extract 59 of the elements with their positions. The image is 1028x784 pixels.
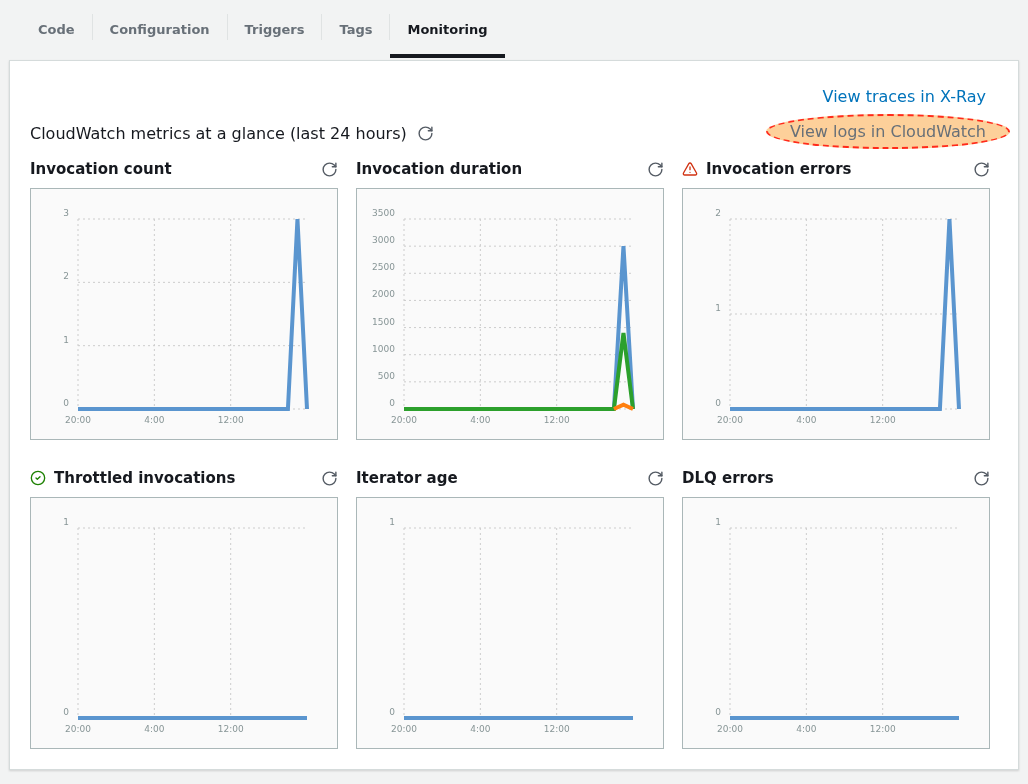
axis-tick-label: 20:00 (717, 415, 743, 425)
axis-tick-label: 2500 (372, 262, 395, 273)
axis-tick-label: 4:00 (796, 724, 817, 734)
axis-tick-label: 1 (715, 517, 721, 527)
axis-tick-label: 2 (715, 208, 721, 218)
axis-tick-label: 12:00 (869, 415, 896, 425)
axis-tick-label: 1000 (372, 343, 395, 354)
axis-tick-label: 500 (377, 370, 395, 381)
tab[interactable]: Tags (322, 0, 390, 58)
axis-tick-label: 1 (715, 303, 721, 313)
axis-tick-label: 4:00 (796, 415, 817, 425)
tab[interactable]: Configuration (92, 0, 227, 58)
axis-tick-label: 1 (63, 334, 69, 345)
axis-tick-label: 3 (63, 208, 69, 218)
axis-tick-label: 4:00 (144, 724, 165, 734)
axis-tick-label: 12:00 (543, 724, 570, 734)
axis-tick-label: 20:00 (65, 415, 91, 425)
metric-title: Invocation count (30, 160, 172, 178)
axis-tick-label: 12:00 (217, 415, 244, 425)
axis-tick-label: 4:00 (470, 415, 491, 425)
axis-tick-label: 12:00 (869, 724, 896, 734)
metric-title: Invocation duration (356, 160, 523, 178)
axis-tick-label: 3000 (372, 235, 395, 246)
axis-tick-label: 0 (63, 707, 69, 717)
axis-tick-label: 1500 (372, 316, 395, 327)
section-title: CloudWatch metrics at a glance (last 24 hours) (30, 124, 407, 143)
axis-tick-label: 0 (389, 398, 395, 408)
refresh-icon[interactable] (973, 469, 990, 487)
axis-tick-label: 20:00 (65, 724, 91, 734)
refresh-icon[interactable] (416, 125, 434, 142)
metric-title: Throttled invocations (54, 469, 236, 487)
link[interactable]: View logs in CloudWatch (765, 114, 1010, 149)
tab[interactable]: Triggers (227, 0, 322, 58)
refresh-icon[interactable] (321, 469, 338, 487)
refresh-icon[interactable] (647, 469, 664, 487)
axis-tick-label: 12:00 (217, 724, 244, 734)
axis-tick-label: 4:00 (470, 724, 491, 734)
metric-title: Invocation errors (706, 160, 852, 178)
axis-tick-label: 1 (389, 517, 395, 527)
axis-tick-label: 0 (715, 398, 721, 408)
axis-tick-label: 1 (63, 517, 69, 527)
axis-tick-label: 4:00 (144, 415, 165, 425)
refresh-icon[interactable] (973, 160, 990, 178)
metric-title: Iterator age (356, 469, 458, 487)
axis-tick-label: 0 (715, 707, 721, 717)
link[interactable]: View traces in X-Ray (820, 85, 1010, 108)
refresh-icon[interactable] (321, 160, 338, 178)
axis-tick-label: 3500 (372, 208, 395, 218)
metric-title: DLQ errors (682, 469, 774, 487)
axis-tick-label: 2000 (372, 289, 395, 300)
axis-tick-label: 20:00 (717, 724, 743, 734)
axis-tick-label: 2 (63, 271, 69, 282)
axis-tick-label: 0 (63, 398, 69, 408)
tab[interactable]: Code (21, 0, 92, 58)
axis-tick-label: 20:00 (391, 415, 417, 425)
axis-tick-label: 12:00 (543, 415, 570, 425)
axis-tick-label: 20:00 (391, 724, 417, 734)
refresh-icon[interactable] (647, 160, 664, 178)
axis-tick-label: 0 (389, 707, 395, 717)
